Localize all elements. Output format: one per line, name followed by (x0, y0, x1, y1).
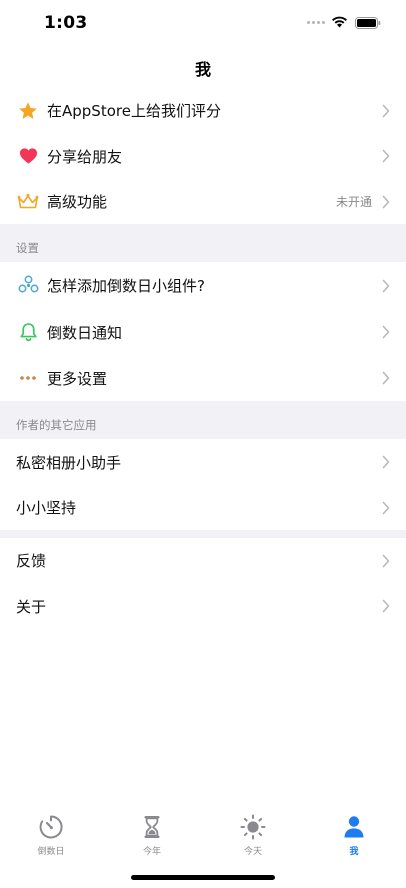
share-label: 分享给朋友 (47, 147, 123, 166)
star-icon (17, 100, 39, 122)
chevron-right-icon (382, 104, 390, 117)
widget-help-label: 怎样添加倒数日小组件? (47, 277, 205, 295)
chevron-right-icon (382, 279, 390, 292)
more-dots-icon (17, 367, 39, 389)
person-icon (324, 814, 384, 840)
section-divider (0, 530, 406, 538)
premium-row[interactable]: 高级功能 未开通 (0, 179, 406, 224)
chevron-right-icon (382, 195, 390, 208)
share-row[interactable]: 分享给朋友 (0, 133, 406, 179)
chevron-right-icon (382, 325, 390, 339)
more-settings-label: 更多设置 (47, 369, 108, 388)
tab-label: 今年 (142, 847, 161, 857)
tab-today[interactable]: 今天 (223, 814, 283, 857)
app-private-album-label: 私密相册小助手 (16, 453, 122, 472)
rate-app-label: 在AppStore上给我们评分 (47, 102, 221, 120)
chevron-right-icon (382, 371, 390, 385)
tab-countdown[interactable]: 倒数日 (21, 814, 81, 857)
heart-icon (17, 145, 39, 167)
chevron-right-icon (382, 599, 390, 613)
app-private-album-row[interactable]: 私密相册小助手 (0, 439, 406, 485)
page-title: 我 (194, 60, 211, 79)
wifi-icon (332, 16, 347, 28)
chevron-right-icon (382, 501, 390, 514)
app-persist-label: 小小坚持 (16, 499, 77, 517)
chevron-right-icon (382, 149, 390, 163)
chevron-right-icon (382, 455, 390, 469)
premium-label: 高级功能 (47, 193, 108, 211)
section-title: 作者的其它应用 (16, 418, 97, 432)
chevron-right-icon (382, 554, 390, 567)
home-indicator[interactable] (131, 875, 275, 880)
bell-icon (17, 321, 39, 343)
cellular-signal-icon (307, 21, 325, 24)
about-row[interactable]: 关于 (0, 583, 406, 629)
rate-app-row[interactable]: 在AppStore上给我们评分 (0, 88, 406, 133)
section-header-settings: 设置 (0, 224, 406, 262)
tab-this-year[interactable]: 今年 (122, 814, 182, 857)
section-header-other-apps: 作者的其它应用 (0, 401, 406, 439)
feedback-row[interactable]: 反馈 (0, 538, 406, 583)
app-persist-row[interactable]: 小小坚持 (0, 485, 406, 530)
tab-me[interactable]: 我 (324, 814, 384, 857)
crown-icon (17, 191, 39, 213)
status-bar: 1:03 (0, 0, 406, 46)
status-time: 1:03 (44, 13, 88, 33)
premium-status: 未开通 (335, 195, 372, 209)
about-label: 关于 (16, 597, 47, 616)
notification-label: 倒数日通知 (47, 323, 123, 342)
widget-help-row[interactable]: 怎样添加倒数日小组件? (0, 262, 406, 309)
hourglass-icon (122, 814, 182, 840)
tab-label: 我 (349, 847, 359, 857)
section-title: 设置 (16, 241, 39, 255)
tab-label: 今天 (243, 847, 262, 857)
notification-row[interactable]: 倒数日通知 (0, 309, 406, 355)
widget-icon (17, 275, 39, 297)
tab-label: 倒数日 (37, 847, 65, 857)
more-settings-row[interactable]: 更多设置 (0, 355, 406, 401)
battery-icon (355, 17, 381, 29)
sun-icon (223, 814, 283, 840)
feedback-label: 反馈 (16, 552, 47, 570)
timer-icon (21, 814, 81, 840)
